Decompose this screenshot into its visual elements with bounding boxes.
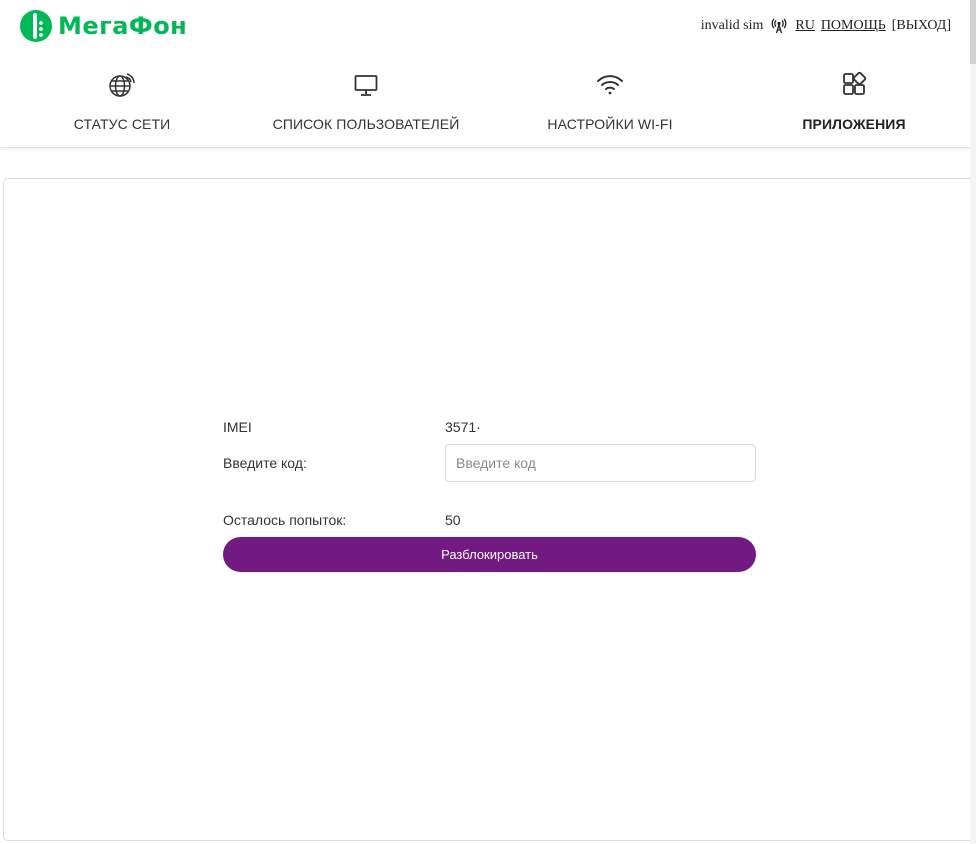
tab-network-status[interactable]: СТАТУС СЕТИ — [0, 56, 244, 147]
tab-user-list[interactable]: СПИСОК ПОЛЬЗОВАТЕЛЕЙ — [244, 56, 488, 147]
tab-applications[interactable]: ПРИЛОЖЕНИЯ — [732, 56, 976, 147]
attempts-label: Осталось попыток: — [223, 512, 347, 528]
unlock-button[interactable]: Разблокировать — [223, 537, 756, 572]
megafon-logo[interactable]: МегаФон — [20, 10, 187, 42]
code-label: Введите код: — [223, 455, 307, 471]
tab-network-status-label: СТАТУС СЕТИ — [73, 116, 171, 132]
tab-wifi-settings-label: НАСТРОЙКИ WI-FI — [547, 116, 673, 132]
imei-label: IMEI — [223, 419, 252, 435]
header-status-bar: invalid sim RU ПОМОЩЬ [ВЫХОД] — [701, 18, 951, 34]
page-scrollbar[interactable] — [970, 0, 976, 844]
main-nav: СТАТУС СЕТИ СПИСОК ПОЛЬЗОВАТЕЛЕЙ НАСТРОЙ… — [0, 56, 976, 148]
top-header: МегаФон invalid sim RU ПОМОЩЬ [ВЫХОД] — [0, 0, 976, 56]
sim-status: invalid sim — [700, 18, 764, 33]
language-link[interactable]: RU — [795, 18, 814, 34]
page-scrollbar-thumb[interactable] — [970, 0, 976, 64]
tab-applications-label: ПРИЛОЖЕНИЯ — [802, 116, 906, 132]
tab-wifi-settings[interactable]: НАСТРОЙКИ WI-FI — [488, 56, 732, 147]
globe-icon — [107, 70, 137, 100]
help-link[interactable]: ПОМОЩЬ — [821, 18, 886, 34]
antenna-signal-icon — [771, 18, 787, 34]
tab-user-list-label: СПИСОК ПОЛЬЗОВАТЕЛЕЙ — [272, 116, 460, 132]
sim-unlock-panel — [3, 178, 976, 841]
logout-link[interactable]: [ВЫХОД] — [892, 18, 951, 34]
brand-name: МегаФон — [58, 12, 188, 40]
wifi-icon — [595, 70, 625, 100]
imei-value: 3571· — [445, 419, 481, 435]
attempts-value: 50 — [445, 512, 461, 528]
monitor-icon — [351, 70, 381, 100]
unlock-code-input[interactable] — [445, 444, 756, 482]
megafon-logo-mark-icon — [20, 10, 52, 42]
apps-grid-icon — [839, 70, 869, 100]
